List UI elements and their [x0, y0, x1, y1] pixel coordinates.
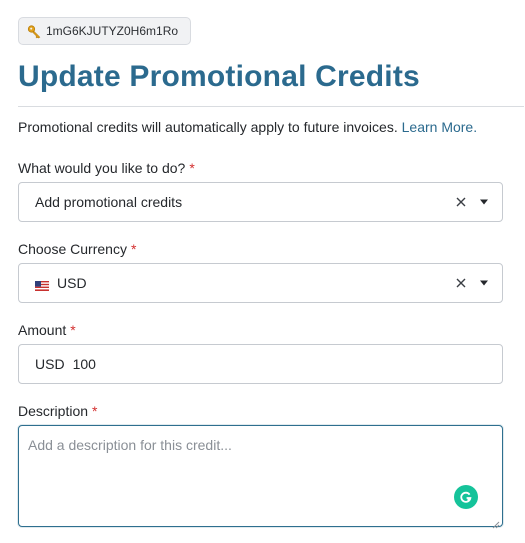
title-divider [18, 106, 524, 107]
description-field[interactable] [18, 425, 503, 529]
action-label: What would you like to do? * [18, 160, 195, 176]
currency-label: Choose Currency * [18, 241, 136, 257]
description-textarea[interactable] [19, 426, 502, 526]
intro-description: Promotional credits will automatically a… [18, 119, 398, 135]
resize-handle-icon[interactable] [492, 516, 500, 529]
key-icon [27, 24, 42, 39]
required-marker: * [189, 160, 195, 176]
amount-label-text: Amount [18, 322, 67, 338]
currency-select[interactable]: USD [18, 263, 503, 303]
chevron-down-icon[interactable] [480, 280, 488, 286]
chevron-down-icon[interactable] [480, 199, 488, 205]
record-id-text: 1mG6KJUTYZ0H6m1Ro [46, 24, 179, 38]
amount-input[interactable] [72, 356, 453, 372]
record-id-chip[interactable]: 1mG6KJUTYZ0H6m1Ro [18, 17, 191, 45]
required-marker: * [70, 322, 76, 338]
intro-text: Promotional credits will automatically a… [18, 119, 477, 135]
required-marker: * [92, 403, 98, 419]
clear-icon[interactable] [454, 276, 468, 290]
amount-field[interactable]: USD [18, 344, 503, 384]
clear-icon[interactable] [454, 195, 468, 209]
amount-label: Amount * [18, 322, 76, 338]
description-label-text: Description [18, 403, 89, 419]
currency-label-text: Choose Currency [18, 241, 127, 257]
currency-select-value: USD [57, 275, 87, 291]
grammarly-icon[interactable] [454, 485, 478, 509]
action-select[interactable]: Add promotional credits [18, 182, 503, 222]
required-marker: * [130, 241, 137, 257]
learn-more-link[interactable]: Learn More. [402, 119, 477, 135]
description-label: Description * [18, 403, 97, 419]
page-title: Update Promotional Credits [18, 60, 420, 93]
action-select-value: Add promotional credits [35, 194, 183, 210]
amount-currency-prefix: USD [35, 356, 65, 372]
action-label-text: What would you like to do? [18, 160, 186, 176]
us-flag-icon [35, 278, 49, 291]
